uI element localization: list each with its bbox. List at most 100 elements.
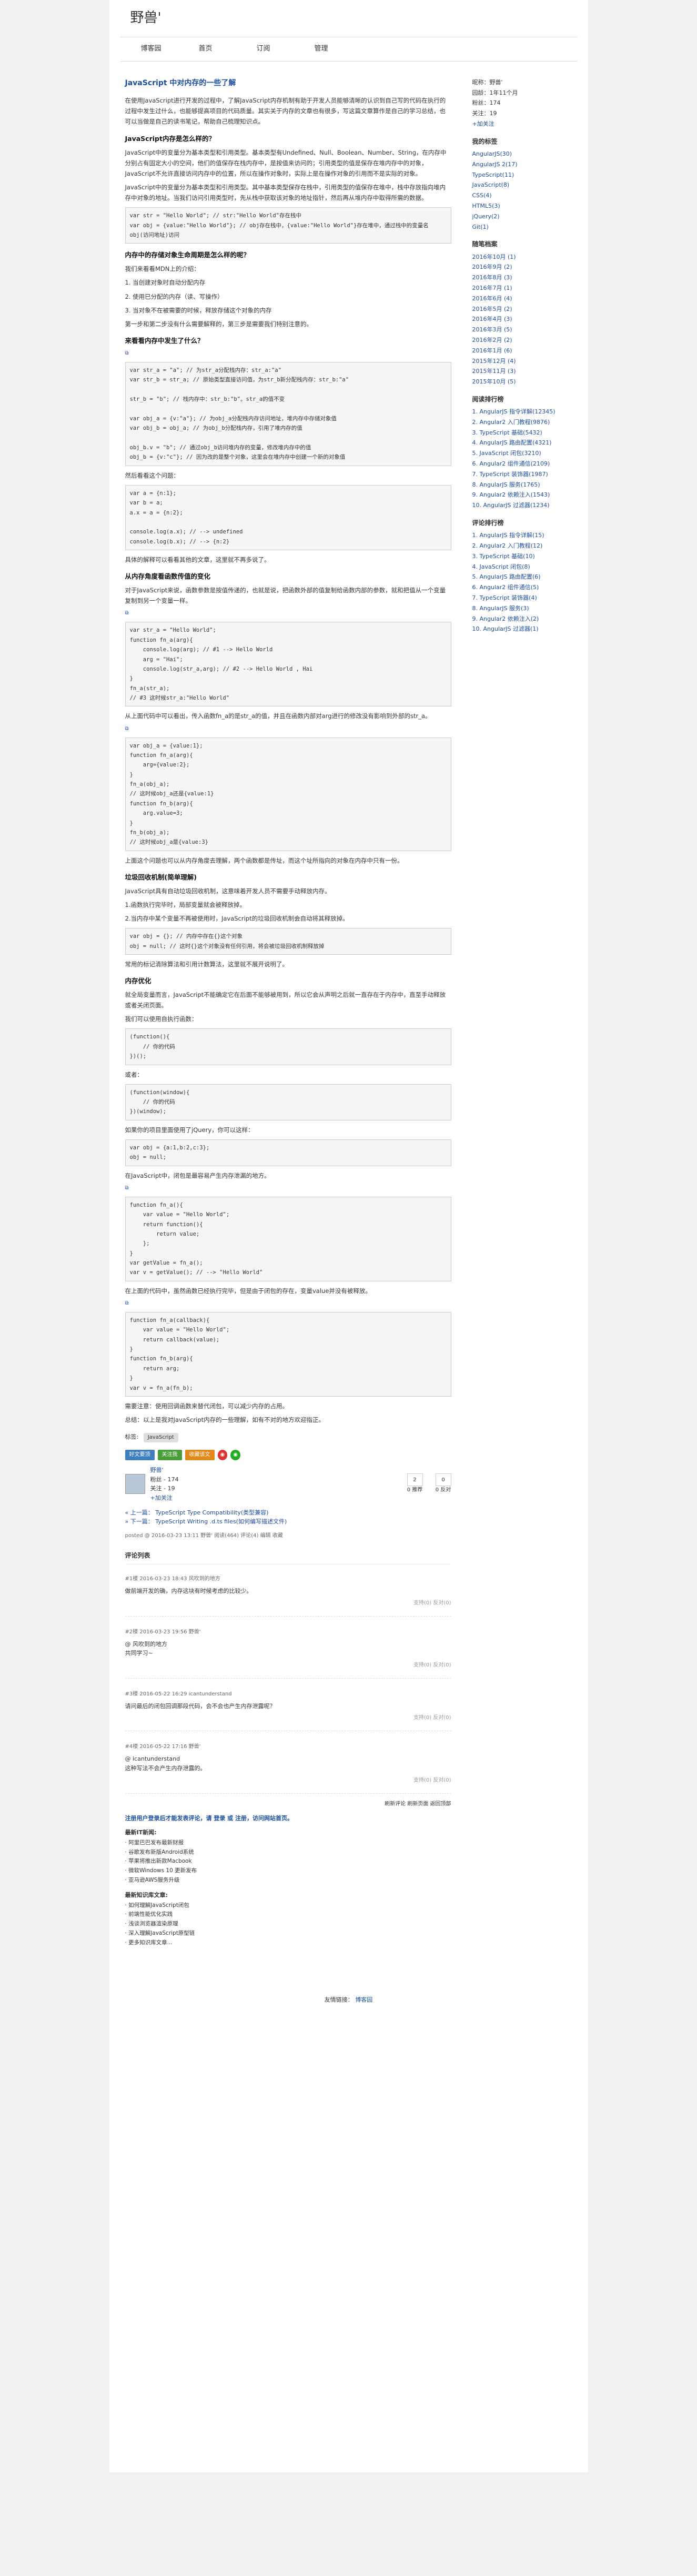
copy-code-icon[interactable]: ⧉	[125, 1299, 451, 1308]
sidebar-tag[interactable]: AngularJS 2(17)	[472, 161, 518, 168]
avatar[interactable]	[125, 1474, 145, 1494]
sidebar-tag[interactable]: TypeScript(11)	[472, 171, 514, 178]
top-read-item[interactable]: 9. Angular2 依赖注入(1543)	[472, 491, 550, 498]
archive-item[interactable]: 2016年6月 (4)	[472, 295, 512, 302]
paragraph: 我们来看看MDN上的介绍：	[125, 265, 200, 273]
post-title[interactable]: JavaScript 中对内存的一些了解	[125, 77, 451, 89]
top-read-item[interactable]: 6. Angular2 组件通信(2109)	[472, 460, 550, 467]
top-comment-item[interactable]: 5. AngularJS 路由配置(6)	[472, 573, 541, 580]
sidebar-heading-archive: 随笔档案	[472, 240, 498, 248]
profile-follow[interactable]: 关注：19	[472, 108, 572, 119]
top-comment-item[interactable]: 2. Angular2 入门教程(12)	[472, 542, 543, 549]
archive-item[interactable]: 2015年11月 (3)	[472, 368, 516, 375]
sidebar-tag[interactable]: jQuery(2)	[472, 213, 500, 220]
kb-item[interactable]: · 前端性能优化实践	[125, 1910, 451, 1920]
footer-link[interactable]: 博客园	[355, 1996, 372, 2003]
comment-actions[interactable]: 支持(0) 反对(0)	[125, 1714, 451, 1722]
top-read-item[interactable]: 2. Angular2 入门教程(9876)	[472, 419, 550, 426]
nav-item[interactable]: 管理	[309, 44, 367, 55]
archive-item[interactable]: 2016年10月 (1)	[472, 254, 516, 260]
favorite-button[interactable]: 收藏该文	[185, 1450, 215, 1461]
tag-link[interactable]: JavaScript	[143, 1433, 178, 1443]
top-comment-item[interactable]: 1. AngularJS 指令详解(15)	[472, 532, 544, 539]
nav-item[interactable]: 博客园	[136, 44, 194, 55]
bury-vote[interactable]: 0 0 反对	[435, 1473, 451, 1494]
wechat-icon[interactable]: ◉	[230, 1450, 240, 1461]
author-name[interactable]: 野兽'	[150, 1467, 164, 1473]
copy-code-icon[interactable]: ⧉	[125, 349, 451, 358]
profile-follow-link[interactable]: +加关注	[472, 120, 494, 127]
comment-actions[interactable]: 支持(0) 反对(0)	[125, 1599, 451, 1608]
top-comment-item[interactable]: 3. TypeScript 基础(10)	[472, 553, 535, 560]
top-read-item[interactable]: 3. TypeScript 基础(5432)	[472, 429, 542, 436]
comment-actions[interactable]: 支持(0) 反对(0)	[125, 1776, 451, 1785]
sidebar-tag[interactable]: JavaScript(8)	[472, 181, 510, 188]
top-comment-item[interactable]: 7. TypeScript 装饰器(4)	[472, 594, 537, 601]
archive-item[interactable]: 2015年12月 (4)	[472, 358, 516, 365]
top-read-item[interactable]: 10. AngularJS 过滤器(1234)	[472, 502, 550, 509]
refresh-links[interactable]: 刷新评论 刷新页面 返回顶部	[125, 1800, 451, 1809]
sidebar-tag[interactable]: Git(1)	[472, 224, 489, 230]
top-comment-item[interactable]: 4. JavaScript 闭包(8)	[472, 563, 530, 570]
author-info: 野兽' 粉丝 - 174 关注 - 19 +加关注	[150, 1466, 179, 1502]
code-block: (function(){ // 你的代码 })();	[125, 1028, 451, 1065]
profile-nick[interactable]: 昵称：野兽'	[472, 77, 572, 88]
news-item[interactable]: · 微软Windows 10 更新发布	[125, 1866, 451, 1876]
news-item[interactable]: · 亚马逊AWS服务升级	[125, 1876, 451, 1885]
blog-logo[interactable]: 野兽'	[130, 7, 161, 29]
news-item[interactable]: · 谷歌发布新版Android系统	[125, 1848, 451, 1857]
digg-vote[interactable]: 2 0 推荐	[407, 1473, 423, 1494]
copy-code-icon[interactable]: ⧉	[125, 609, 451, 618]
archive-item[interactable]: 2016年4月 (3)	[472, 316, 512, 322]
comment-meta[interactable]: #2楼 2016-03-23 19:56 野兽'	[125, 1628, 451, 1636]
next-post-link[interactable]: » 下一篇： TypeScript Writing .d.ts files(如何…	[125, 1518, 287, 1525]
code-block: function fn_a(callback){ var value = "He…	[125, 1311, 451, 1397]
top-comment-item[interactable]: 10. AngularJS 过滤器(1)	[472, 625, 539, 632]
paragraph: 在使用JavaScript进行开发的过程中，了解JavaScript内存机制有助…	[125, 97, 446, 126]
top-comment-item[interactable]: 8. AngularJS 服务(3)	[472, 605, 529, 612]
top-read-item[interactable]: 1. AngularJS 指令详解(12345)	[472, 408, 555, 415]
nav-item[interactable]: 订阅	[251, 44, 309, 55]
top-comment-item[interactable]: 6. Angular2 组件通信(5)	[472, 584, 539, 591]
paragraph: 1.函数执行完毕时，局部变量就会被释放掉。	[125, 901, 246, 908]
prev-post-link[interactable]: « 上一篇： TypeScript Type Compatibility(类型兼…	[125, 1509, 269, 1516]
comment-meta[interactable]: #1楼 2016-03-23 18:43 风吹到的地方	[125, 1575, 451, 1583]
login-notice[interactable]: 注册用户登录后才能发表评论，请 登录 或 注册，访问网站首页。	[125, 1814, 451, 1823]
sidebar-tag[interactable]: AngularJS(30)	[472, 150, 512, 157]
top-read-item[interactable]: 4. AngularJS 路由配置(4321)	[472, 439, 552, 446]
top-comment-item[interactable]: 9. Angular2 依赖注入(2)	[472, 615, 539, 622]
nav-item[interactable]: 首页	[194, 44, 251, 55]
kb-item[interactable]: · 如何理解JavaScript闭包	[125, 1901, 451, 1911]
comment-actions[interactable]: 支持(0) 反对(0)	[125, 1661, 451, 1670]
follow-link[interactable]: +加关注	[150, 1494, 173, 1501]
digg-button[interactable]: 好文要顶	[125, 1450, 155, 1461]
profile-age: 园龄：1年11个月	[472, 89, 518, 96]
kb-item[interactable]: · 更多知识库文章...	[125, 1938, 451, 1948]
weibo-icon[interactable]: ◉	[217, 1450, 228, 1461]
news-item[interactable]: · 苹果将推出新款Macbook	[125, 1857, 451, 1866]
archive-item[interactable]: 2016年1月 (6)	[472, 347, 512, 354]
copy-code-icon[interactable]: ⧉	[125, 1184, 451, 1193]
archive-item[interactable]: 2016年5月 (2)	[472, 306, 512, 312]
sidebar-tag[interactable]: CSS(4)	[472, 192, 492, 199]
top-read-item[interactable]: 8. AngularJS 服务(1765)	[472, 481, 540, 488]
copy-code-icon[interactable]: ⧉	[125, 725, 451, 733]
follow-button[interactable]: 关注我	[157, 1450, 182, 1461]
sidebar-tag[interactable]: HTML5(3)	[472, 203, 500, 209]
comment-meta[interactable]: #3楼 2016-05-22 16:29 icantunderstand	[125, 1690, 451, 1699]
archive-item[interactable]: 2016年7月 (1)	[472, 285, 512, 291]
top-read-item[interactable]: 7. TypeScript 装饰器(1987)	[472, 471, 548, 478]
news-item[interactable]: · 阿里巴巴发布最新财报	[125, 1838, 451, 1848]
tag-row: 标签: JavaScript	[125, 1432, 451, 1443]
comment-meta[interactable]: #4楼 2016-05-22 17:16 野兽'	[125, 1743, 451, 1751]
archive-item[interactable]: 2016年3月 (5)	[472, 326, 512, 333]
archive-item[interactable]: 2016年9月 (2)	[472, 264, 512, 270]
archive-item[interactable]: 2016年8月 (3)	[472, 274, 512, 281]
kb-item[interactable]: · 浅谈浏览器渲染原理	[125, 1920, 451, 1929]
archive-item[interactable]: 2016年2月 (2)	[472, 337, 512, 344]
profile-fans[interactable]: 粉丝：174	[472, 98, 572, 108]
top-read-item[interactable]: 5. JavaScript 闭包(3210)	[472, 450, 541, 457]
paragraph: JavaScript中的变量分为基本类型和引用类型。其中基本类型保存在栈中，引用…	[125, 183, 446, 202]
archive-item[interactable]: 2015年10月 (5)	[472, 378, 516, 385]
kb-item[interactable]: · 深入理解JavaScript原型链	[125, 1929, 451, 1938]
